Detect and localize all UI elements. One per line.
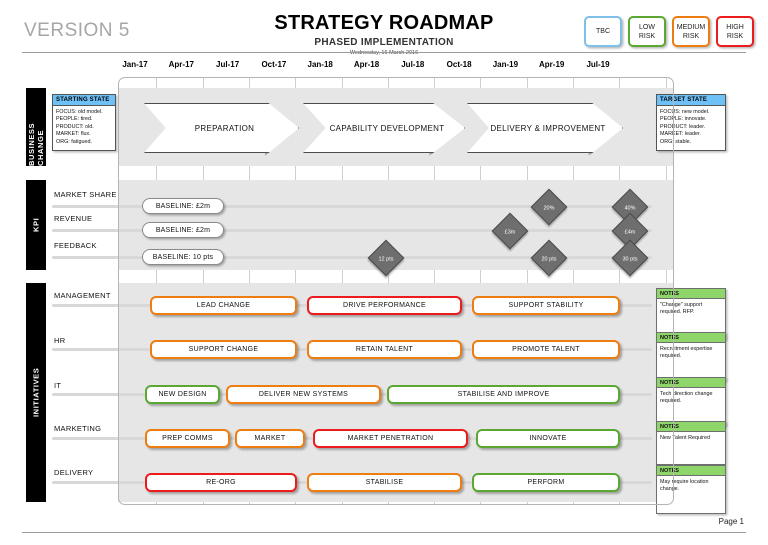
initiative-bar[interactable]: RETAIN TALENT [307, 340, 462, 359]
initiative-row-label: IT [54, 381, 62, 390]
initiative-bar[interactable]: PREP COMMS [145, 429, 230, 448]
timeline-label: Jul-17 [216, 60, 240, 69]
footer-divider [22, 532, 746, 533]
target-state-box: TARGET STATE FOCUS: new model. PEOPLE: in… [656, 94, 726, 152]
initiative-note-text: May require location change. [660, 479, 709, 493]
phase-arrow[interactable]: PREPARATION [144, 103, 299, 153]
timeline-label: Jul-18 [401, 60, 425, 69]
initiative-bar[interactable]: LEAD CHANGE [150, 296, 297, 315]
state-line: FOCUS: old model. [56, 109, 103, 115]
header-divider [22, 52, 746, 53]
state-line: PEOPLE: tired. [56, 116, 93, 123]
initiative-note[interactable]: NOTES Tech direction change required. [656, 377, 726, 426]
state-line: PRODUCT: old. [56, 123, 94, 130]
initiative-bar[interactable]: MARKET PENETRATION [313, 429, 468, 448]
kpi-marker-value: 20% [543, 205, 555, 212]
kpi-baseline-pill[interactable]: BASELINE: £2m [142, 198, 224, 214]
state-line: ORG: stable. [660, 138, 692, 145]
initiative-note[interactable]: NOTES May require location change. [656, 465, 726, 514]
timeline-label: Oct-18 [446, 60, 472, 69]
timeline-label: Jul-19 [586, 60, 610, 69]
legend-key-low-risk[interactable]: LOW RISK [628, 16, 666, 47]
state-line: MARKET: flux. [56, 131, 91, 138]
band-label-initiatives: INITIATIVES [26, 283, 46, 502]
initiative-note[interactable]: NOTES Recruitment expertise required. [656, 332, 726, 381]
phase-arrow[interactable]: DELIVERY & IMPROVEMENT [467, 103, 623, 153]
kpi-baseline-pill[interactable]: BASELINE: £2m [142, 222, 224, 238]
initiative-bar[interactable]: NEW DESIGN [145, 385, 220, 404]
kpi-marker-value: 30 pts [622, 256, 638, 263]
state-line: PEOPLE: innovate. [660, 116, 707, 123]
state-line: FOCUS: new model. [660, 109, 710, 115]
initiative-row-label: HR [54, 336, 66, 345]
initiative-bar[interactable]: RE-ORG [145, 473, 297, 492]
initiative-note-title: NOTES [657, 333, 725, 343]
band-label-business-change: BUSINESS CHANGE [26, 88, 46, 166]
kpi-marker-value: 20 pts [541, 256, 557, 263]
risk-legend: TBC LOW RISK MEDIUM RISK HIGH RISK [584, 16, 754, 47]
legend-key-high-risk[interactable]: HIGH RISK [716, 16, 754, 47]
kpi-row-label: FEEDBACK [54, 241, 97, 250]
timeline-label: Jan-19 [492, 60, 519, 69]
timeline-label: Apr-19 [539, 60, 565, 69]
initiative-bar[interactable]: PROMOTE TALENT [472, 340, 620, 359]
timeline-label: Oct-17 [261, 60, 287, 69]
state-line: PRODUCT: leader. [660, 123, 706, 130]
timeline-label: Apr-17 [168, 60, 194, 69]
phase-arrow-label: DELIVERY & IMPROVEMENT [490, 123, 606, 133]
initiative-note-title: NOTES [657, 289, 725, 299]
legend-key-low-risk-label: LOW RISK [638, 23, 656, 40]
phase-arrow[interactable]: CAPABILITY DEVELOPMENT [303, 103, 465, 153]
initiative-bar[interactable]: SUPPORT CHANGE [150, 340, 297, 359]
initiative-note-text: Tech direction change required. [660, 391, 713, 405]
initiative-note-title: NOTES [657, 422, 725, 432]
starting-state-title: STARTING STATE [53, 95, 115, 106]
phase-arrow-label: PREPARATION [194, 123, 255, 133]
target-state-body: FOCUS: new model. PEOPLE: innovate. PRODUC… [657, 106, 725, 150]
legend-key-high-risk-label: HIGH RISK [726, 23, 744, 40]
timeline-label: Jan-17 [122, 60, 148, 69]
initiative-row-label: MARKETING [54, 424, 102, 433]
page-date: Wednesday, 16 March 2016 [349, 50, 419, 56]
kpi-marker-value: 12 pts [378, 256, 394, 263]
phase-arrow-label: CAPABILITY DEVELOPMENT [329, 123, 445, 133]
band-label-kpi: KPI [26, 180, 46, 270]
starting-state-body: FOCUS: old model. PEOPLE: tired. PRODUCT: … [53, 106, 115, 150]
initiative-note[interactable]: NOTES New Talent Required [656, 421, 726, 465]
initiative-note-text: New Talent Required [660, 435, 710, 441]
timeline-label: Jan-18 [307, 60, 333, 69]
initiative-bar[interactable]: DRIVE PERFORMANCE [307, 296, 462, 315]
initiative-bar[interactable]: MARKET [235, 429, 305, 448]
legend-key-medium-risk-label: MEDIUM RISK [676, 23, 706, 40]
legend-key-tbc-label: TBC [596, 28, 610, 35]
kpi-baseline-pill[interactable]: BASELINE: 10 pts [142, 249, 224, 265]
initiative-bar[interactable]: DELIVER NEW SYSTEMS [226, 385, 381, 404]
initiative-bar[interactable]: PERFORM [472, 473, 620, 492]
initiative-bar[interactable]: STABILISE AND IMPROVE [387, 385, 620, 404]
initiative-bar[interactable]: SUPPORT STABILITY [472, 296, 620, 315]
kpi-row-label: MARKET SHARE [54, 190, 117, 199]
state-line: MARKET: leader. [660, 131, 702, 138]
initiative-bar[interactable]: INNOVATE [476, 429, 620, 448]
strategy-roadmap-page: VERSION 5 STRATEGY ROADMAP PHASED IMPLEM… [0, 0, 768, 545]
initiative-note-title: NOTES [657, 378, 725, 388]
initiative-row-label: DELIVERY [54, 468, 94, 477]
timeline-label: Apr-18 [353, 60, 380, 69]
initiative-bar[interactable]: STABILISE [307, 473, 462, 492]
target-state-title: TARGET STATE [657, 95, 725, 106]
legend-key-tbc[interactable]: TBC [584, 16, 622, 47]
kpi-row-label: REVENUE [54, 214, 93, 223]
state-line: ORG: fatigued. [56, 138, 92, 145]
page-number: Page 1 [718, 517, 744, 526]
initiative-note-title: NOTES [657, 466, 725, 476]
legend-key-medium-risk[interactable]: MEDIUM RISK [672, 16, 710, 47]
initiative-row-label: MANAGEMENT [54, 291, 111, 300]
initiative-note-text: Recruitment expertise required. [660, 346, 713, 360]
kpi-marker-value: £3m [504, 229, 516, 236]
starting-state-box: STARTING STATE FOCUS: old model. PEOPLE: … [52, 94, 116, 152]
timeline-axis: Jan-17 Apr-17 Jul-17 Oct-17 Jan-18 Apr-18 Jul-… [118, 60, 674, 74]
